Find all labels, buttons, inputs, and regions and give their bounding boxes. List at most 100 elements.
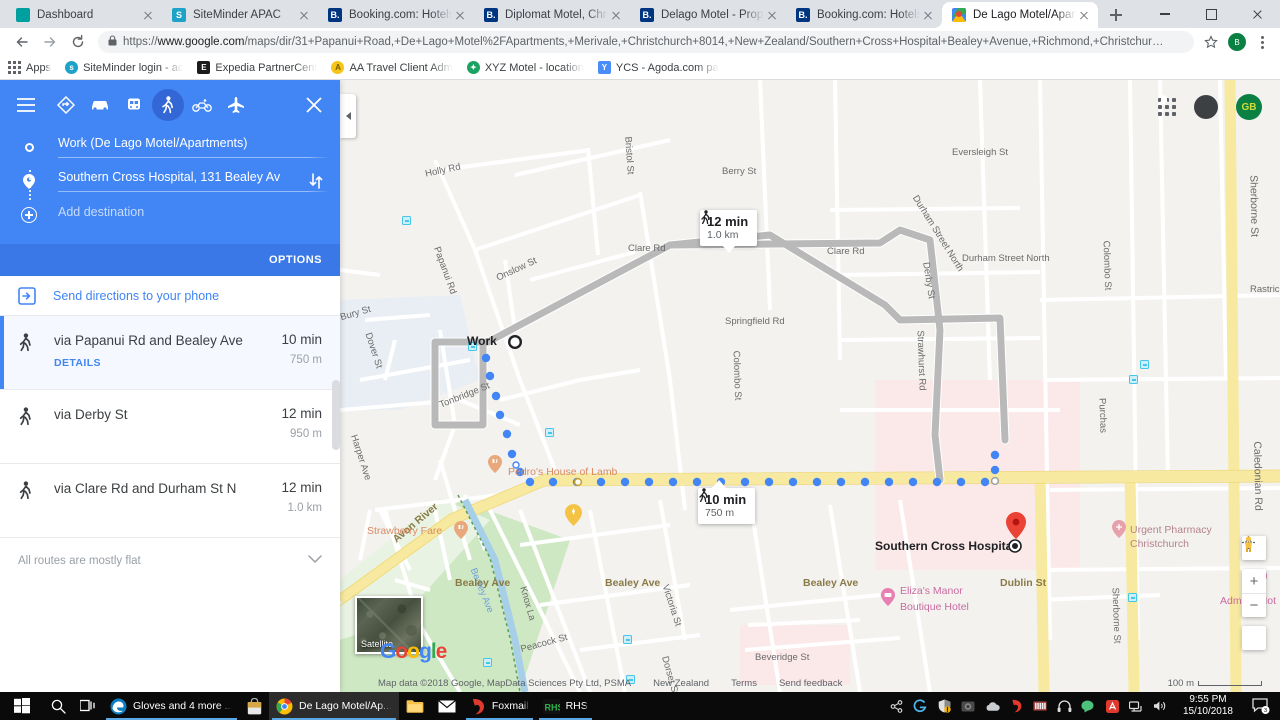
taskbar-item-edge[interactable]: Gloves and 4 more ...	[103, 692, 240, 720]
map-feedback-link[interactable]: Send feedback	[779, 678, 842, 689]
antivirus-icon[interactable]	[1105, 699, 1120, 714]
security-warning-icon[interactable]	[937, 699, 952, 714]
attraction-pin-icon[interactable]	[565, 504, 582, 526]
taskbar-item-foxmail[interactable]: Foxmail	[463, 692, 536, 720]
zoom-in-button[interactable]: +	[1242, 569, 1266, 593]
map-region[interactable]: New Zealand	[653, 678, 709, 689]
mode-transit[interactable]	[118, 89, 150, 121]
menu-icon[interactable]	[10, 89, 42, 121]
logitech-icon[interactable]	[913, 699, 928, 714]
add-destination-placeholder[interactable]: Add destination	[58, 205, 330, 226]
destination-pin-icon[interactable]	[1006, 512, 1026, 539]
messenger-icon[interactable]	[1081, 699, 1096, 714]
destination-marker-icon[interactable]	[1008, 539, 1022, 553]
transit-stop-icon[interactable]	[545, 428, 554, 437]
restaurant-pin-icon[interactable]	[488, 455, 502, 473]
volume-icon[interactable]	[1153, 699, 1168, 714]
start-button[interactable]	[0, 692, 44, 720]
mode-best-route[interactable]	[50, 89, 82, 121]
panel-collapse-handle[interactable]	[340, 94, 356, 138]
task-view-button[interactable]	[73, 692, 103, 720]
headset-icon[interactable]	[1057, 699, 1072, 714]
bookmark-item[interactable]: ✦ XYZ Motel - location	[466, 61, 584, 74]
origin-row[interactable]: Work (De Lago Motel/Apartments)	[0, 130, 330, 164]
origin-input[interactable]: Work (De Lago Motel/Apartments)	[58, 136, 330, 158]
browser-tab[interactable]: B. Booking.com: Hotels in	[318, 2, 475, 28]
taskbar-item-rhs[interactable]: RHS RHS	[536, 692, 595, 720]
forward-button[interactable]	[36, 28, 64, 56]
camera-icon[interactable]	[961, 699, 976, 714]
maximize-button[interactable]	[1188, 0, 1234, 28]
mode-flights[interactable]	[220, 89, 252, 121]
mode-driving[interactable]	[84, 89, 116, 121]
elevation-summary-row[interactable]: All routes are mostly flat	[0, 538, 340, 584]
taskbar-item-store[interactable]	[240, 692, 269, 720]
taskbar-clock[interactable]: 9:55 PM 15/10/2018	[1177, 694, 1239, 718]
network-icon[interactable]	[1129, 699, 1144, 714]
profile-avatar[interactable]: B	[1228, 33, 1246, 51]
options-label[interactable]: OPTIONS	[269, 254, 322, 266]
route-option[interactable]: via Papanui Rd and Bealey Ave DETAILS 10…	[0, 316, 340, 390]
account-avatar[interactable]: GB	[1236, 94, 1262, 120]
back-button[interactable]	[8, 28, 36, 56]
address-bar[interactable]: https://www.google.com/maps/dir/31+Papan…	[98, 31, 1194, 53]
restaurant-pin-icon[interactable]	[454, 521, 468, 539]
route-badge-clare-rd[interactable]: 12 min 1.0 km	[700, 210, 758, 253]
destination-row[interactable]: Southern Cross Hospital, 131 Bealey Av	[0, 164, 330, 198]
pharmacy-pin-icon[interactable]	[1112, 520, 1126, 538]
pegman-icon[interactable]	[1242, 536, 1266, 650]
route-badge-bealey-ave[interactable]: 10 min 750 m	[698, 480, 756, 524]
browser-tab[interactable]: S SiteMinder APAC	[162, 2, 319, 28]
add-destination-row[interactable]: Add destination	[0, 198, 330, 232]
transit-stop-icon[interactable]	[1140, 360, 1149, 369]
keyboard-icon[interactable]	[1033, 699, 1048, 714]
browser-menu-button[interactable]	[1252, 35, 1272, 49]
close-window-button[interactable]	[1234, 0, 1280, 28]
destination-input[interactable]: Southern Cross Hospital, 131 Bealey Av	[58, 170, 330, 192]
tab-close-icon[interactable]	[140, 7, 156, 23]
taskbar-item-chrome[interactable]: De Lago Motel/Ap...	[269, 692, 399, 720]
browser-tab[interactable]: Dashboard	[6, 2, 163, 28]
transit-stop-icon[interactable]	[623, 635, 632, 644]
bookmark-apps[interactable]: Apps	[8, 61, 51, 74]
close-directions-button[interactable]	[298, 89, 330, 121]
panel-scrollbar[interactable]	[332, 380, 340, 450]
taskbar-item-mail[interactable]	[431, 692, 463, 720]
options-bar[interactable]: OPTIONS	[0, 244, 340, 276]
taskbar-item-file-explorer[interactable]	[399, 692, 431, 720]
notification-bell-icon[interactable]	[1160, 95, 1218, 119]
tab-close-icon[interactable]	[764, 7, 780, 23]
minimize-button[interactable]	[1142, 0, 1188, 28]
tab-close-icon[interactable]	[452, 7, 468, 23]
route-option[interactable]: via Clare Rd and Durham St N 12 min 1.0 …	[0, 464, 340, 538]
new-tab-button[interactable]	[1102, 2, 1130, 28]
mode-walking[interactable]	[152, 89, 184, 121]
map-terms-link[interactable]: Terms	[731, 678, 757, 689]
chevron-down-icon[interactable]	[308, 555, 322, 567]
tab-close-icon[interactable]	[296, 7, 312, 23]
transit-stop-icon[interactable]	[1129, 375, 1138, 384]
mode-cycling[interactable]	[186, 89, 218, 121]
browser-tab-active[interactable]: De Lago Motel/Apartm	[942, 2, 1098, 28]
search-button[interactable]	[44, 692, 73, 720]
send-to-phone-label[interactable]: Send directions to your phone	[53, 289, 219, 303]
transit-stop-icon[interactable]	[1128, 593, 1137, 602]
swap-waypoints-button[interactable]	[308, 172, 324, 195]
tab-close-icon[interactable]	[608, 7, 624, 23]
origin-marker-icon[interactable]	[508, 335, 522, 349]
share-icon[interactable]	[889, 699, 904, 714]
send-to-phone-row[interactable]: Send directions to your phone	[0, 276, 340, 316]
action-center-button[interactable]: 3	[1248, 692, 1274, 720]
transit-stop-icon[interactable]	[483, 658, 492, 667]
bookmark-item[interactable]: s SiteMinder login - ac	[65, 61, 183, 74]
tab-close-icon[interactable]	[1076, 7, 1092, 23]
route-details-button[interactable]: DETAILS	[54, 357, 281, 369]
route-option[interactable]: via Derby St 12 min 950 m	[0, 390, 340, 464]
reload-button[interactable]	[64, 28, 92, 56]
bookmark-item[interactable]: E Expedia PartnerCent	[197, 61, 317, 74]
browser-tab[interactable]: B. Booking.com: Hotels in	[786, 2, 943, 28]
bookmark-item[interactable]: Y YCS - Agoda.com pa	[597, 61, 719, 74]
hotel-pin-icon[interactable]	[881, 588, 895, 606]
bookmark-item[interactable]: A AA Travel Client Adm	[331, 61, 453, 74]
browser-tab[interactable]: B. Diplomat Motel, Christ	[474, 2, 631, 28]
